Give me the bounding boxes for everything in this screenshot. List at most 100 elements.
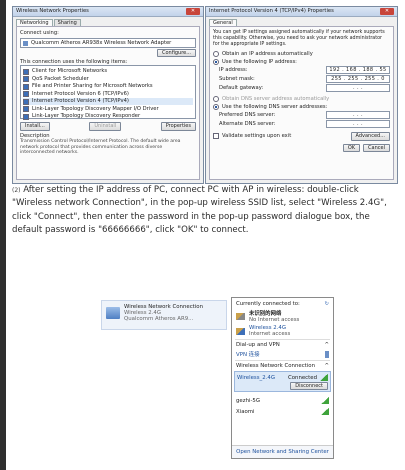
cancel-button[interactable]: Cancel <box>363 143 390 152</box>
checkbox[interactable] <box>23 83 29 90</box>
connection-tile[interactable]: Wireless Network Connection Wireless 2.4… <box>101 300 227 330</box>
validate-settings-option[interactable]: Validate settings upon exit <box>213 133 291 140</box>
checkbox[interactable] <box>23 113 29 120</box>
networking-panel: Connect using: Qualcomm Atheros AR938x W… <box>16 26 200 181</box>
disconnect-button[interactable]: Disconnect <box>290 382 328 390</box>
selected-network[interactable]: Wireless_2.4G Connected Disconnect <box>234 371 331 392</box>
alternate-dns-field[interactable]: . . . <box>326 120 390 129</box>
item-label: File and Printer Sharing for Microsoft N… <box>32 83 153 90</box>
ip-address-field[interactable]: 192 . 168 . 188 . 55 <box>326 66 390 75</box>
list-item[interactable]: QoS Packet Scheduler <box>23 76 193 83</box>
instruction-body: After setting the IP address of PC, conn… <box>12 185 387 235</box>
uninstall-button[interactable]: Uninstall <box>89 122 122 131</box>
tab-general[interactable]: General <box>209 19 237 27</box>
preferred-dns-field[interactable]: . . . <box>326 111 390 120</box>
obtain-dns-auto-option[interactable]: Obtain DNS server address automatically <box>213 96 390 103</box>
option-label: Use the following DNS server addresses: <box>222 103 328 110</box>
list-item[interactable]: Internet Protocol Version 6 (TCP/IPv6) <box>23 91 193 98</box>
ip-address-label: IP address: <box>219 66 248 73</box>
adapter-name: Qualcomm Atheros AR938x Wireless Network… <box>31 39 172 46</box>
signal-icon <box>320 374 328 381</box>
current-network-2: Wireless 2.4G Internet access <box>232 325 333 337</box>
network-name: gezhi-5G <box>236 397 261 404</box>
window-title: Internet Protocol Version 4 (TCP/IPv4) P… <box>209 8 334 15</box>
item-label: Client for Microsoft Networks <box>32 68 108 75</box>
connection-adapter: Qualcomm Atheros AR9... <box>124 316 194 322</box>
close-button[interactable]: ✕ <box>186 8 200 15</box>
network-status: No Internet access <box>249 317 300 323</box>
use-dns-option[interactable]: Use the following DNS server addresses: <box>213 104 390 111</box>
checkbox[interactable] <box>23 76 29 82</box>
radio[interactable] <box>213 103 219 110</box>
description-text: Transmission Control Protocol/Internet P… <box>20 139 181 156</box>
subnet-mask-field[interactable]: 255 . 255 . 255 . 0 <box>326 75 390 84</box>
signal-icon <box>321 408 329 415</box>
use-following-ip-option[interactable]: Use the following IP address: <box>213 59 390 66</box>
item-label: Internet Protocol Version 4 (TCP/IPv4) <box>32 98 129 105</box>
section-label: Dial-up and VPN <box>236 342 280 348</box>
option-label: Obtain DNS server address automatically <box>222 96 330 103</box>
network-status: Internet access <box>249 331 291 337</box>
list-item[interactable]: Internet Protocol Version 4 (TCP/IPv4) <box>23 98 193 105</box>
checkbox[interactable] <box>23 98 29 105</box>
wireless-section-header[interactable]: Wireless Network Connection ^ <box>232 363 333 369</box>
wireless-properties-window: Wireless Network Properties ✕ Networking… <box>12 6 204 184</box>
vpn-icon <box>325 350 329 358</box>
network-name: 未识别的网络 <box>249 311 282 317</box>
network-name: Xiaomi <box>236 408 255 415</box>
items-list: Client for Microsoft Networks QoS Packet… <box>20 65 196 120</box>
radio[interactable] <box>213 51 219 58</box>
tab-strip: General <box>206 17 397 27</box>
title-bar: Wireless Network Properties ✕ <box>13 7 203 17</box>
network-sharing-center-link[interactable]: Open Network and Sharing Center <box>236 449 329 455</box>
radio[interactable] <box>213 96 219 103</box>
dialup-section-header[interactable]: Dial-up and VPN ^ <box>232 342 333 348</box>
tab-sharing[interactable]: Sharing <box>53 19 81 27</box>
network-item[interactable]: Xiaomi <box>232 408 333 415</box>
default-gateway-field[interactable]: . . . <box>326 84 390 93</box>
option-label: Validate settings upon exit <box>222 133 292 140</box>
ipv4-properties-window: Internet Protocol Version 4 (TCP/IPv4) P… <box>205 6 398 184</box>
item-label: Link-Layer Topology Discovery Responder <box>32 113 141 120</box>
obtain-ip-auto-option[interactable]: Obtain an IP address automatically <box>213 51 390 58</box>
install-button[interactable]: Install... <box>20 122 50 131</box>
network-name: Wireless_2.4G <box>237 374 275 381</box>
item-label: Internet Protocol Version 6 (TCP/IPv6) <box>32 90 129 97</box>
left-edge-bar <box>0 0 6 470</box>
configure-button[interactable]: Configure... <box>156 49 196 58</box>
title-bar: Internet Protocol Version 4 (TCP/IPv4) P… <box>206 7 397 17</box>
refresh-icon[interactable]: ↻ <box>324 301 329 307</box>
signal-icon <box>321 397 329 404</box>
radio[interactable] <box>213 58 219 65</box>
list-item[interactable]: Link-Layer Topology Discovery Mapper I/O… <box>23 106 193 113</box>
connection-status: Connected <box>287 374 317 381</box>
section-label: Wireless Network Connection <box>236 363 315 369</box>
chevron-up-icon: ^ <box>324 363 329 369</box>
item-label: QoS Packet Scheduler <box>32 75 89 82</box>
list-item[interactable]: Link-Layer Topology Discovery Responder <box>23 113 193 120</box>
advanced-button[interactable]: Advanced... <box>350 132 390 141</box>
preferred-dns-label: Preferred DNS server: <box>219 111 276 118</box>
checkbox[interactable] <box>23 91 29 97</box>
instruction-text: (2) After setting the IP address of PC, … <box>12 184 396 237</box>
checkbox[interactable] <box>23 68 29 75</box>
current-network-1: 未识别的网络 No Internet access <box>232 309 333 323</box>
wifi-network-list: Currently connected to: ↻ 未识别的网络 No Inte… <box>231 297 334 459</box>
option-label: Obtain an IP address automatically <box>222 51 313 58</box>
vpn-label: VPN 连接 <box>236 352 260 358</box>
tab-strip: Networking Sharing <box>13 17 203 27</box>
close-button[interactable]: ✕ <box>380 8 394 15</box>
list-item[interactable]: Client for Microsoft Networks <box>23 68 193 75</box>
checkbox[interactable] <box>23 106 29 112</box>
vpn-item[interactable]: VPN 连接 <box>232 350 333 358</box>
step-number: (2) <box>12 187 21 194</box>
list-item[interactable]: File and Printer Sharing for Microsoft N… <box>23 83 193 90</box>
tab-networking[interactable]: Networking <box>16 19 53 27</box>
adapter-box: Qualcomm Atheros AR938x Wireless Network… <box>20 37 196 49</box>
properties-button[interactable]: Properties <box>160 122 196 131</box>
window-title: Wireless Network Properties <box>16 8 89 15</box>
ok-button[interactable]: OK <box>342 143 361 152</box>
network-item[interactable]: gezhi-5G <box>232 397 333 404</box>
network-icon <box>236 327 245 335</box>
checkbox[interactable] <box>213 133 219 140</box>
